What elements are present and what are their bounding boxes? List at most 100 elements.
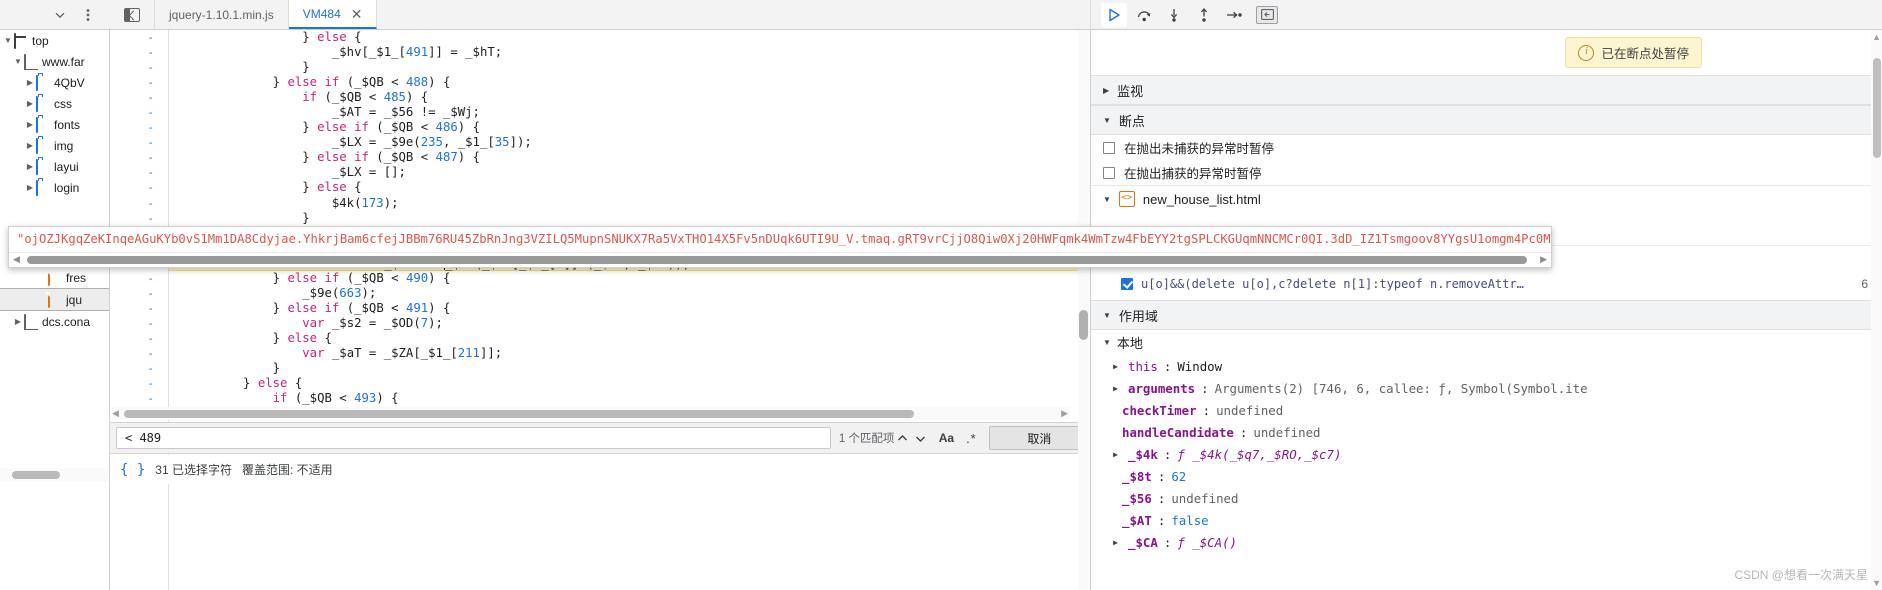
scrollbar-thumb[interactable] <box>1873 58 1881 158</box>
code-line: if (_$QB < 485) { <box>302 90 429 105</box>
breakpoint-group-new-house-list[interactable]: ▼ <> new_house_list.html <box>1091 185 1882 212</box>
search-input[interactable]: < 489 <box>116 427 831 449</box>
editor-tabstrip: jquery-1.10.1.min.js VM484 ✕ <box>110 0 1090 29</box>
scope-section-header[interactable]: ▼ 作用域 <box>1091 300 1882 330</box>
caret-icon[interactable]: ▶ <box>24 120 36 129</box>
tree-item-label: css <box>54 96 72 111</box>
pause-caught-exceptions-row[interactable]: 在抛出捕获的异常时暂停 <box>1091 160 1882 185</box>
scroll-left-icon[interactable]: ◀ <box>112 408 119 419</box>
close-icon[interactable]: ✕ <box>351 7 363 21</box>
tree-item-jqu[interactable]: jqu <box>0 288 109 311</box>
scroll-left-icon[interactable]: ◀ <box>13 254 20 265</box>
folder-icon <box>36 75 51 91</box>
step-icon[interactable] <box>1221 3 1247 27</box>
tree-item-layui[interactable]: ▶ layui <box>0 156 109 177</box>
caret-icon[interactable]: ▼ <box>1103 311 1111 320</box>
caret-icon[interactable]: ▶ <box>1109 362 1122 371</box>
resume-script-execution-button[interactable] <box>1101 2 1127 27</box>
tree-item-www-far[interactable]: ▼ www.far <box>0 51 109 72</box>
scope-variable-arguments[interactable]: ▶ arguments: Arguments(2) [746, 6, calle… <box>1091 377 1882 399</box>
tree-item-top[interactable]: ▼ top <box>0 30 109 51</box>
collapse-sidebar-icon[interactable] <box>1256 5 1278 24</box>
debugger-toolbar <box>1090 0 1590 29</box>
scroll-right-icon[interactable]: ▶ <box>1061 408 1068 419</box>
caret-icon[interactable]: ▶ <box>24 141 36 150</box>
tree-item-fres[interactable]: fres <box>0 267 109 288</box>
variable-value: 62 <box>1171 468 1187 484</box>
variable-name: _$8t <box>1122 468 1152 484</box>
code-editor[interactable]: - - - - - - - - - - - - - - - - - - - - … <box>110 30 1090 590</box>
tab-jquery-min-js[interactable]: jquery-1.10.1.min.js <box>155 0 289 29</box>
kebab-menu-icon[interactable] <box>78 5 98 25</box>
caret-icon[interactable]: ▶ <box>24 162 36 171</box>
sidebar-vertical-scrollbar[interactable]: ▲ ▼ <box>1871 30 1882 590</box>
step-out-icon[interactable] <box>1191 3 1217 27</box>
scrollbar-thumb[interactable] <box>124 410 914 418</box>
tree-item-4qbv[interactable]: ▶ 4QbV <box>0 72 109 93</box>
scope-local-header[interactable]: ▼ 本地 <box>1091 330 1882 355</box>
scroll-up-icon[interactable]: ▲ <box>1872 32 1881 42</box>
scroll-down-icon[interactable]: ▼ <box>1872 578 1881 588</box>
checkbox[interactable] <box>1103 141 1115 154</box>
caret-icon[interactable]: ▶ <box>1109 538 1122 547</box>
tree-item-fonts[interactable]: ▶ fonts <box>0 114 109 135</box>
step-over-icon[interactable] <box>1131 3 1157 27</box>
pause-uncaught-exceptions-row[interactable]: 在抛出未捕获的异常时暂停 <box>1091 135 1882 160</box>
scope-variable-4k[interactable]: ▶ _$4k: ƒ _$4k(_$q7,_$RO,_$c7) <box>1091 443 1882 465</box>
checkbox[interactable] <box>1121 278 1133 290</box>
editor-horizontal-scrollbar[interactable]: ◀ ▶ <box>110 407 1070 420</box>
caret-icon[interactable]: ▶ <box>1103 86 1109 95</box>
search-prev-button[interactable] <box>894 428 911 448</box>
caret-icon[interactable]: ▼ <box>1103 116 1111 125</box>
file-navigator[interactable]: ▼ top ▼ www.far ▶ 4QbV ▶ css ▶ fonts ▶ i… <box>0 30 110 590</box>
search-next-button[interactable] <box>912 428 929 448</box>
search-regex-button[interactable]: .* <box>966 431 977 446</box>
pretty-print-icon[interactable]: { } <box>120 462 145 478</box>
step-into-icon[interactable] <box>1161 3 1187 27</box>
tree-item-css[interactable]: ▶ css <box>0 93 109 114</box>
caret-icon[interactable]: ▶ <box>24 99 36 108</box>
tree-item-img[interactable]: ▶ img <box>0 135 109 156</box>
code-line: _$9e(663); <box>169 285 377 300</box>
scope-variable-this[interactable]: ▶ this: Window <box>1091 355 1882 377</box>
breakpoints-section-header[interactable]: ▼ 断点 <box>1091 105 1882 135</box>
scrollbar-thumb[interactable] <box>27 256 1527 264</box>
caret-icon[interactable]: ▶ <box>24 183 36 192</box>
scroll-right-icon[interactable]: ▶ <box>1540 254 1547 265</box>
tab-vm484[interactable]: VM484 ✕ <box>288 0 378 29</box>
chevron-down-icon[interactable] <box>50 5 70 25</box>
tree-item-dcs-cona[interactable]: ▶ dcs.cona <box>0 311 109 332</box>
caret-icon[interactable]: ▼ <box>1103 195 1111 204</box>
tree-item-label: jqu <box>66 292 83 307</box>
caret-icon[interactable]: ▶ <box>1109 384 1122 393</box>
code-line: } else { <box>169 30 362 44</box>
caret-icon[interactable]: ▼ <box>12 57 24 66</box>
pause-option-label: 在抛出未捕获的异常时暂停 <box>1124 142 1275 156</box>
popover-horizontal-scrollbar[interactable]: ◀ ▶ <box>9 252 1551 267</box>
tree-item-login[interactable]: ▶ login <box>0 177 109 198</box>
code-content[interactable]: } else { _$hv[_$1_[491]] = _$hT; } } els… <box>169 30 1078 576</box>
pause-option-label: 在抛出捕获的异常时暂停 <box>1124 167 1262 181</box>
watch-section-header[interactable]: ▶ 监视 <box>1091 75 1882 105</box>
code-line: } else { <box>169 180 362 195</box>
caret-icon[interactable]: ▶ <box>1109 450 1122 459</box>
gutter-line: - <box>147 196 154 210</box>
caret-icon[interactable]: ▶ <box>24 78 36 87</box>
checkbox[interactable] <box>1103 166 1115 179</box>
code-line: var _$s2 = _$OD(7); <box>302 315 443 330</box>
scrollbar-thumb[interactable] <box>12 471 60 479</box>
navigator-horizontal-scrollbar[interactable] <box>0 468 108 482</box>
show-navigator-icon[interactable] <box>110 0 155 29</box>
tree-item-label: www.far <box>42 54 85 69</box>
variable-name: _$AT <box>1122 512 1152 528</box>
scrollbar-thumb[interactable] <box>1079 310 1088 340</box>
caret-icon[interactable]: ▼ <box>1103 338 1111 347</box>
caret-icon[interactable]: ▶ <box>12 317 24 326</box>
search-cancel-button[interactable]: 取消 <box>988 426 1091 450</box>
caret-icon[interactable]: ▼ <box>2 36 14 45</box>
search-match-case-button[interactable]: Aa <box>939 431 954 445</box>
info-icon: i <box>1578 44 1595 61</box>
scope-variable-ca[interactable]: ▶ _$CA: ƒ _$CA() <box>1091 531 1882 553</box>
breakpoint-entry[interactable]: u[o]&&(delete u[o],c?delete n[1]:typeof … <box>1091 272 1882 296</box>
editor-gutter[interactable]: - - - - - - - - - - - - - - - - - - - - … <box>110 30 169 590</box>
